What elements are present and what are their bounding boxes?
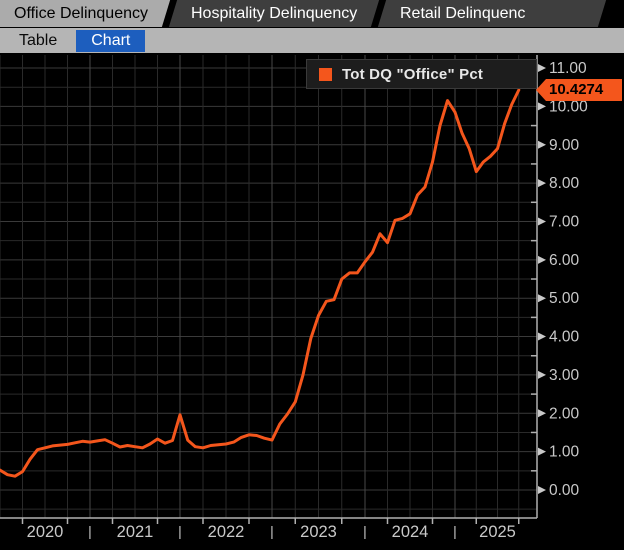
tab-retail-delinquency[interactable]: Retail Delinquenc [378, 0, 606, 27]
y-tick-arrow-icon [538, 486, 546, 494]
x-tick-label: 2021 [117, 523, 154, 541]
y-tick-arrow-icon [538, 217, 546, 225]
y-tick-label: 6.00 [549, 252, 580, 269]
x-tick-separator: | [270, 523, 274, 539]
y-tick-arrow-icon [538, 409, 546, 417]
y-tick-label: 4.00 [549, 329, 580, 346]
tab-label: Hospitality Delinquency [191, 0, 357, 27]
series-line [0, 90, 519, 476]
y-tick-label: 7.00 [549, 213, 580, 230]
y-tick-arrow-icon [538, 448, 546, 456]
tab-hospitality-delinquency[interactable]: Hospitality Delinquency [169, 0, 380, 27]
legend-swatch-icon [319, 68, 332, 81]
table-view-button[interactable]: Table [15, 31, 61, 51]
y-tick-arrow-icon [538, 333, 546, 341]
y-tick-label: 2.00 [549, 405, 580, 422]
tab-label: Retail Delinquenc [400, 0, 525, 27]
x-tick-label: 2024 [392, 523, 429, 541]
x-tick-label: 2020 [27, 523, 64, 541]
x-tick-separator: | [88, 523, 92, 539]
y-tick-label: 0.00 [549, 482, 580, 499]
chart-view-button[interactable]: Chart [76, 30, 145, 52]
tab-label: Office Delinquency [14, 0, 148, 27]
x-tick-separator: | [363, 523, 367, 539]
y-tick-label: 9.00 [549, 137, 580, 154]
tab-office-delinquency[interactable]: Office Delinquency [0, 0, 170, 27]
y-tick-arrow-icon [538, 256, 546, 264]
y-tick-label: 11.00 [549, 60, 587, 77]
last-value-badge: 10.4274 [536, 79, 622, 101]
y-tick-arrow-icon [538, 141, 546, 149]
x-tick-separator: | [453, 523, 457, 539]
view-toggle-bar: Table Chart [0, 27, 624, 53]
x-tick-label: 2022 [208, 523, 245, 541]
x-tick-label: 2023 [300, 523, 337, 541]
x-tick-separator: | [178, 523, 182, 539]
delinquency-line-chart: 0.00 1.00 2.00 3.00 4.00 5.00 6.00 7.00 8.00 9.00… [0, 53, 624, 550]
y-tick-arrow-icon [538, 179, 546, 187]
x-tick-label: 2025 [479, 523, 516, 541]
y-tick-arrow-icon [538, 64, 546, 72]
tab-bar: Office Delinquency Hospitality Delinquen… [0, 0, 624, 27]
chart-area: 0.00 1.00 2.00 3.00 4.00 5.00 6.00 7.00 8.00 9.00… [0, 53, 624, 550]
y-tick-arrow-icon [538, 371, 546, 379]
legend-label: Tot DQ "Office" Pct [342, 66, 483, 83]
y-tick-arrow-icon [538, 102, 546, 110]
y-tick-label: 8.00 [549, 175, 580, 192]
legend-box[interactable]: Tot DQ "Office" Pct [306, 59, 537, 89]
y-tick-arrow-icon [538, 294, 546, 302]
y-tick-label: 3.00 [549, 367, 580, 384]
y-tick-label: 5.00 [549, 290, 580, 307]
office-delinquency-window: Office Delinquency Hospitality Delinquen… [0, 0, 624, 550]
y-tick-label: 1.00 [549, 444, 580, 461]
